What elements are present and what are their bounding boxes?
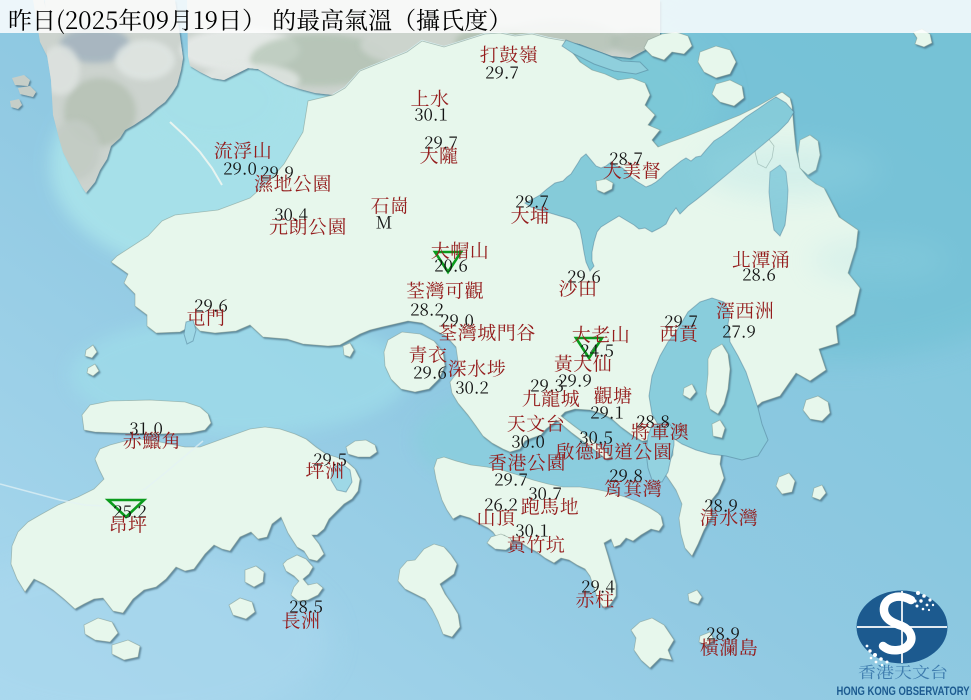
svg-text:HONG KONG OBSERVATORY: HONG KONG OBSERVATORY	[837, 684, 970, 698]
svg-text:香港天文台: 香港天文台	[858, 660, 948, 683]
